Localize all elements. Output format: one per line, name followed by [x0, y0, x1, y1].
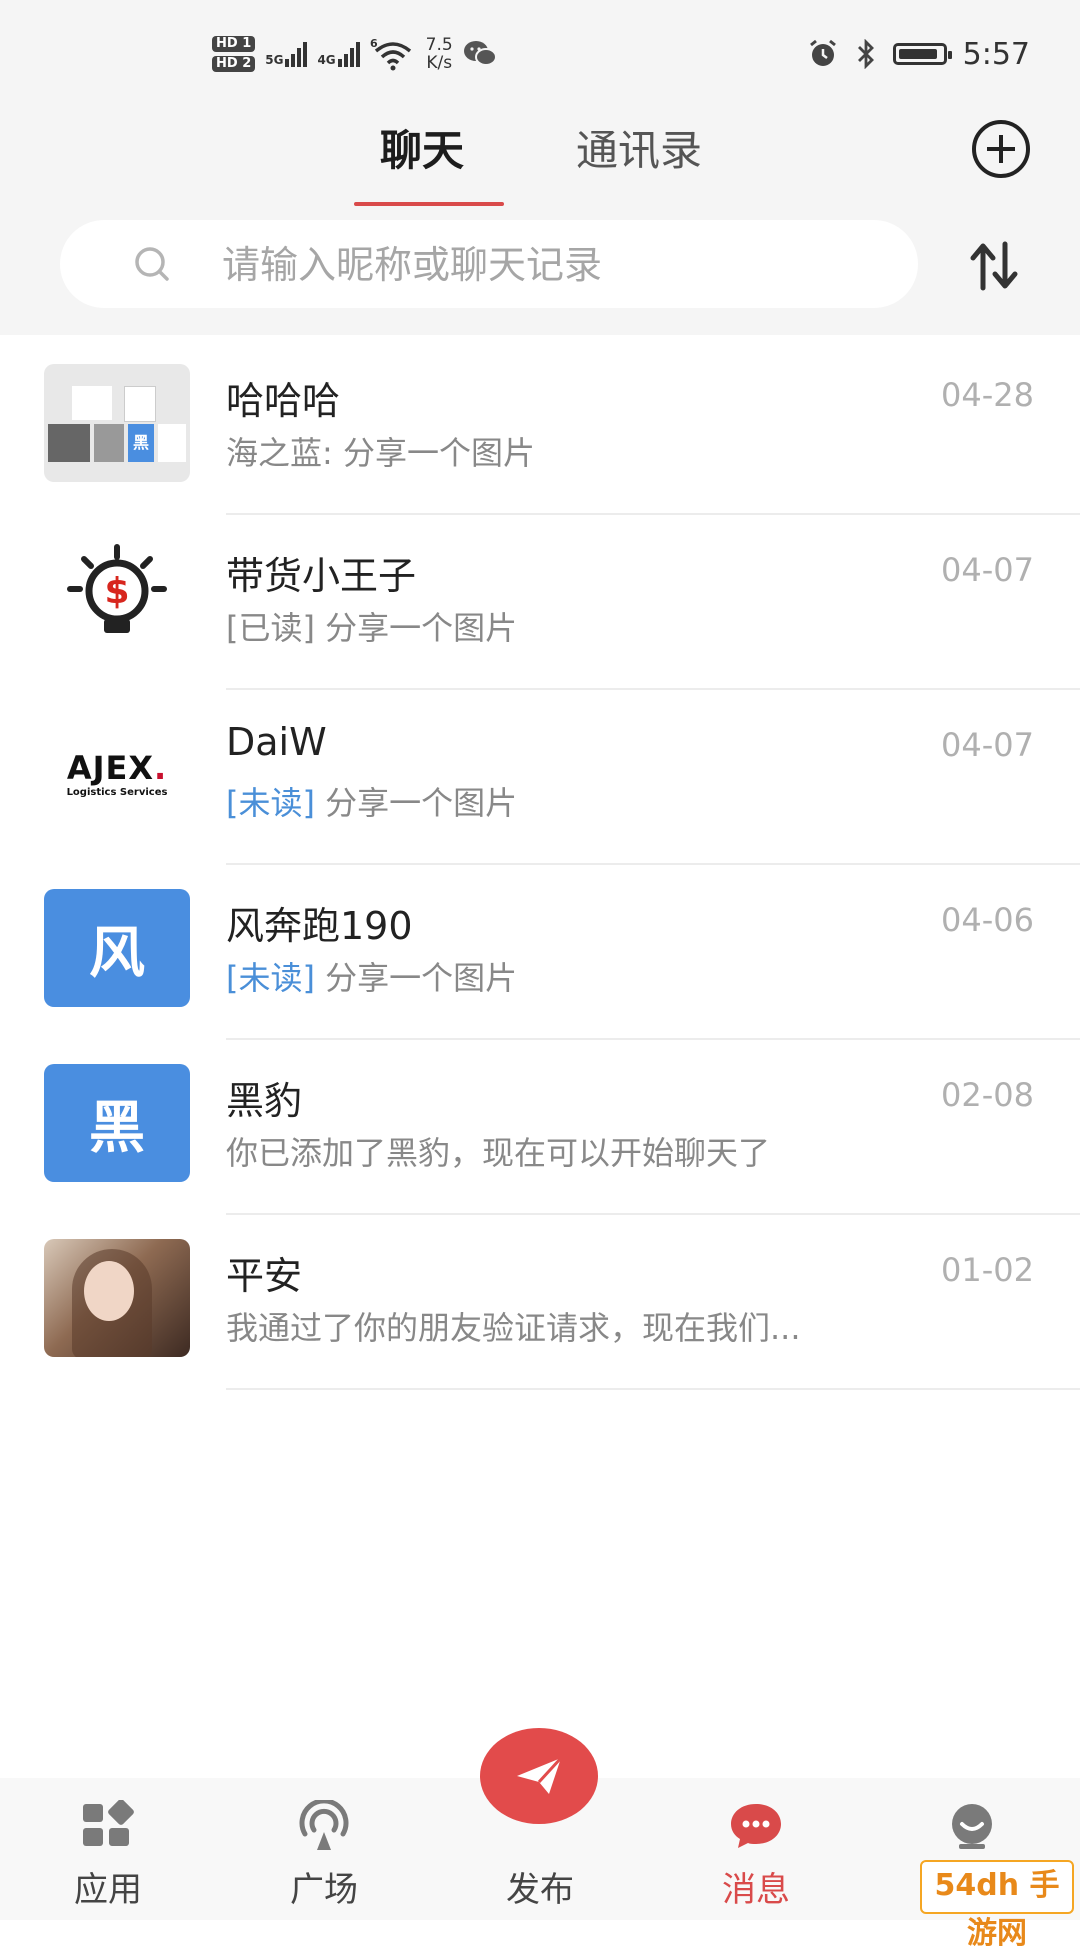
- wifi-icon: 6: [370, 37, 411, 71]
- watermark-logo: 54dh 手游网: [920, 1860, 1074, 1951]
- read-tag: [已读]: [226, 609, 315, 647]
- chat-date: 04-07: [941, 551, 1034, 589]
- signal-5g-icon: 5G: [265, 41, 308, 67]
- nav-label: 发布: [506, 1870, 574, 1910]
- publish-button[interactable]: [480, 1728, 598, 1824]
- clock: 5:57: [962, 36, 1030, 72]
- alarm-icon: [809, 39, 836, 66]
- avatar: 黑: [44, 1064, 190, 1182]
- chat-preview: 海之蓝: 分享一个图片: [226, 434, 535, 472]
- nav-label: 应用: [74, 1870, 142, 1910]
- search-bar[interactable]: [60, 220, 918, 308]
- chat-preview: 我通过了你的朋友验证请求，现在我们...: [226, 1309, 801, 1347]
- chat-row[interactable]: 黑 黑豹 02-08 你已添加了黑豹，现在可以开始聊天了: [0, 1040, 1080, 1215]
- nav-label: 广场: [290, 1870, 358, 1910]
- chat-name: 带货小王子: [226, 554, 417, 598]
- status-bar: HD 1 HD 2 5G 4G 6 7.5 K/s 5:57: [0, 30, 1080, 78]
- bluetooth-icon: [857, 39, 874, 69]
- chat-name: 风奔跑190: [226, 904, 413, 948]
- chat-preview: 你已添加了黑豹，现在可以开始聊天了: [226, 1134, 771, 1172]
- chat-preview: [已读] 分享一个图片: [226, 609, 518, 647]
- nav-messages[interactable]: 消息: [686, 1778, 826, 1920]
- avatar: [44, 1239, 190, 1357]
- status-left: HD 1 HD 2 5G 4G 6 7.5 K/s: [212, 30, 497, 78]
- chat-row[interactable]: 黑 哈哈哈 04-28 海之蓝: 分享一个图片: [0, 340, 1080, 515]
- paper-plane-icon: [517, 1756, 563, 1794]
- tab-contacts[interactable]: 通讯录: [576, 120, 702, 210]
- plus-circle-icon[interactable]: [972, 120, 1030, 178]
- svg-text:6: 6: [370, 37, 378, 50]
- chat-name: 平安: [226, 1254, 303, 1298]
- chat-date: 04-06: [941, 901, 1034, 939]
- avatar: 风: [44, 889, 190, 1007]
- top-tabs: 聊天 通讯录: [0, 120, 1080, 210]
- active-tab-indicator: [354, 202, 504, 206]
- ajex-logo: AJEX. Logistics Services: [44, 714, 190, 832]
- chat-date: 02-08: [941, 1076, 1034, 1114]
- sort-arrows-icon[interactable]: [965, 238, 1025, 294]
- wechat-icon: [463, 41, 497, 66]
- hd-badges: HD 1 HD 2: [212, 36, 256, 72]
- network-speed: 7.5 K/s: [425, 35, 453, 73]
- nav-apps[interactable]: 应用: [38, 1778, 178, 1920]
- tab-chat[interactable]: 聊天: [380, 120, 464, 210]
- hd1-badge: HD 1: [212, 36, 256, 52]
- unread-tag: [未读]: [226, 959, 315, 997]
- chat-date: 04-28: [941, 376, 1034, 414]
- svg-text:$: $: [104, 571, 129, 612]
- chat-row[interactable]: 平安 01-02 我通过了你的朋友验证请求，现在我们...: [0, 1215, 1080, 1390]
- signal-4g-icon: 4G: [317, 41, 360, 67]
- chat-name: 黑豹: [226, 1079, 303, 1123]
- nav-label: 消息: [722, 1870, 790, 1910]
- profile-icon: [952, 1804, 992, 1849]
- apps-grid-icon: [83, 1800, 134, 1846]
- chat-row[interactable]: AJEX. Logistics Services DaiW 04-07 [未读]…: [0, 690, 1080, 865]
- divider: [226, 1388, 1080, 1390]
- unread-tag: [未读]: [226, 784, 315, 822]
- hd2-badge: HD 2: [212, 56, 256, 72]
- header-area: HD 1 HD 2 5G 4G 6 7.5 K/s 5:57 聊天 通讯录 请输…: [0, 0, 1080, 335]
- chat-preview: [未读] 分享一个图片: [226, 959, 518, 997]
- chat-bubble-icon: [731, 1804, 781, 1848]
- broadcast-icon: [299, 1800, 349, 1850]
- lightbulb-dollar-icon: $: [44, 539, 190, 657]
- chat-date: 04-07: [941, 726, 1034, 764]
- battery-icon: [892, 43, 952, 65]
- status-right: 5:57: [807, 30, 1030, 78]
- search-input[interactable]: [220, 234, 864, 296]
- chat-row[interactable]: $ 带货小王子 04-07 [已读] 分享一个图片: [0, 515, 1080, 690]
- chat-date: 01-02: [941, 1251, 1034, 1289]
- chat-name: DaiW: [226, 720, 327, 764]
- chat-row[interactable]: 风 风奔跑190 04-06 [未读] 分享一个图片: [0, 865, 1080, 1040]
- chat-list: 黑 哈哈哈 04-28 海之蓝: 分享一个图片 $ 带货小王子 04-07 [已…: [0, 340, 1080, 1390]
- chat-name: 哈哈哈: [226, 379, 341, 423]
- nav-square[interactable]: 广场: [254, 1778, 394, 1920]
- search-icon: [135, 247, 169, 281]
- avatar: 黑: [44, 364, 190, 482]
- chat-preview: [未读] 分享一个图片: [226, 784, 518, 822]
